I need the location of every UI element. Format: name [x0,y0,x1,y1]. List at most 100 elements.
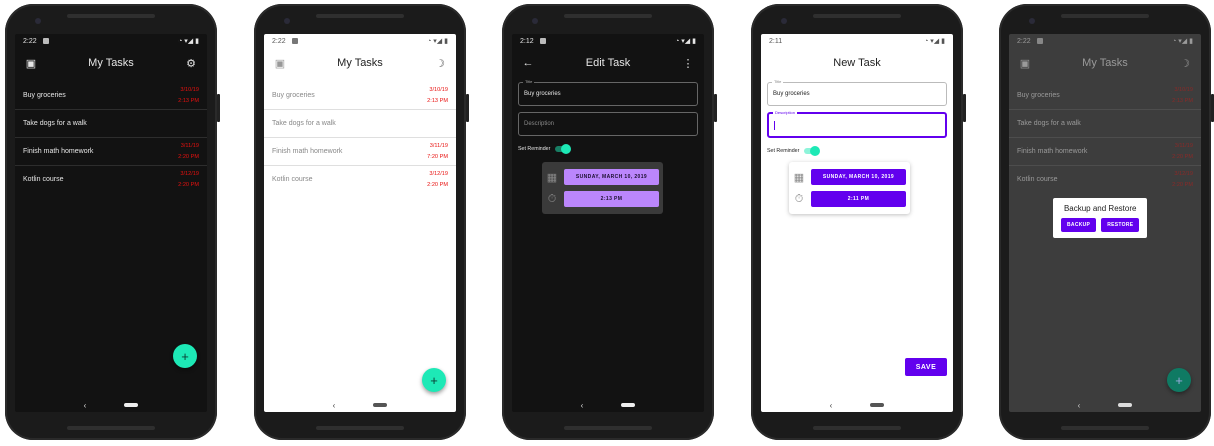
app-bar: New Task [761,48,953,78]
title-field[interactable]: Title Buy groceries [518,79,698,106]
save-button[interactable]: SAVE [905,358,947,376]
page-title: My Tasks [1082,57,1128,69]
gear-icon[interactable]: ⚙ [183,57,199,70]
task-list: Buy groceries 3/10/19 2:13 PM Take dogs fo… [1009,82,1201,193]
power-button [714,94,717,122]
task-row[interactable]: Kotlin course 3/12/19 2:20 PM [15,166,207,193]
camera [284,18,290,24]
task-time: 2:20 PM [178,153,199,160]
task-row[interactable]: Finish math homework 3/11/19 2:20 PM [15,138,207,166]
moon-icon[interactable]: ☽ [1177,57,1193,70]
description-field[interactable]: Description [518,112,698,136]
task-name: Buy groceries [1017,92,1060,99]
task-date: 3/10/19 [1174,86,1193,93]
app-bar: ▣ My Tasks ☽ [1009,48,1201,78]
home-pill[interactable] [870,403,885,407]
home-pill[interactable] [1118,403,1133,407]
task-date: 3/11/19 [1174,142,1193,149]
app-bar: ← Edit Task ⋮ [512,48,704,78]
date-button[interactable]: SUNDAY, MARCH 10, 2019 [564,169,659,185]
task-row[interactable]: Take dogs for a walk [1009,110,1201,138]
task-row[interactable]: Buy groceries 3/10/19 2:13 PM [264,82,456,110]
page-title: My Tasks [337,57,383,69]
home-pill[interactable] [124,403,139,407]
screen-dark-task-list: 2:22 ◔ ▾◢ ▮ ▣ My Tasks ⚙ Buy groceries 3/… [15,34,207,412]
notification-icon [1036,38,1043,44]
more-vert-icon[interactable]: ⋮ [680,57,696,70]
description-placeholder: Description [524,121,555,127]
home-pill[interactable] [373,403,388,407]
speaker [813,14,901,18]
status-icons: ◔ ▾◢ ▮ [178,38,199,45]
time-button[interactable]: 2:13 PM [564,191,659,207]
backup-icon[interactable]: ▣ [272,57,288,70]
page-title: New Task [833,57,881,69]
description-field[interactable]: Description [767,110,947,138]
nav-bar: ‹ [264,398,456,412]
status-time: 2:22 [272,37,286,45]
add-task-fab[interactable]: + [422,368,446,392]
plus-icon: + [430,372,438,388]
status-time: 2:12 [520,37,534,45]
backup-button[interactable]: BACKUP [1061,218,1097,232]
task-row[interactable]: Kotlin course 3/12/19 2:20 PM [1009,166,1201,193]
restore-button[interactable]: RESTORE [1101,218,1140,232]
task-row[interactable]: Buy groceries 3/10/19 2:13 PM [1009,82,1201,110]
plus-icon: + [181,348,189,364]
arrow-back-icon[interactable]: ← [520,57,536,69]
back-icon[interactable]: ‹ [581,401,584,410]
screen-backup-dialog: 2:22 ◔ ▾◢ ▮ ▣ My Tasks ☽ Buy groceries 3/… [1009,34,1201,412]
task-row[interactable]: Kotlin course 3/12/19 2:20 PM [264,166,456,193]
reminder-toggle[interactable] [555,144,572,154]
app-bar: ▣ My Tasks ⚙ [15,48,207,78]
task-name: Kotlin course [272,176,313,183]
phone-frame-3: 2:12 ◔ ▾◢ ▮ ← Edit Task ⋮ Title Buy groc… [502,4,717,440]
task-row[interactable]: Buy groceries 3/10/19 2:13 PM [15,82,207,110]
reminder-row: Set Reminder [512,144,704,154]
date-button[interactable]: SUNDAY, MARCH 10, 2019 [811,169,906,185]
camera [35,18,41,24]
nav-bar: ‹ [1009,398,1201,412]
task-name: Take dogs for a walk [23,120,87,127]
add-task-fab[interactable]: + [173,344,197,368]
task-time: 2:20 PM [427,181,448,188]
task-name: Take dogs for a walk [272,120,336,127]
task-row[interactable]: Take dogs for a walk [15,110,207,138]
task-row[interactable]: Take dogs for a walk [264,110,456,138]
task-time: 2:13 PM [1172,97,1193,104]
back-icon[interactable]: ‹ [1078,401,1081,410]
task-name: Finish math homework [1017,148,1088,155]
speaker-bottom [1061,426,1149,430]
text-cursor [774,120,775,130]
status-icons: ◔ ▾◢ ▮ [924,38,945,45]
moon-icon[interactable]: ☽ [432,57,448,70]
task-due: 3/11/19 2:20 PM [178,141,199,163]
notification-icon [539,38,546,44]
title-field-label: Title [772,79,784,84]
add-task-fab[interactable]: + [1167,368,1191,392]
title-field[interactable]: Title Buy groceries [767,79,947,106]
speaker [316,14,404,18]
speaker-bottom [316,426,404,430]
nav-bar: ‹ [15,398,207,412]
home-pill[interactable] [621,403,636,407]
task-name: Take dogs for a walk [1017,120,1081,127]
back-icon[interactable]: ‹ [830,401,833,410]
task-time: 2:20 PM [1172,181,1193,188]
task-list: Buy groceries 3/10/19 2:13 PM Take dogs fo… [264,82,456,193]
task-name: Kotlin course [1017,176,1058,183]
speaker-bottom [67,426,155,430]
task-date: 3/12/19 [180,170,199,177]
screen-light-task-list: 2:22 ◔ ▾◢ ▮ ▣ My Tasks ☽ Buy groceries 3/… [264,34,456,412]
task-row[interactable]: Finish math homework 3/11/19 2:20 PM [1009,138,1201,166]
time-button[interactable]: 2:11 PM [811,191,906,207]
timer-icon: ⏱ [794,192,804,205]
back-icon[interactable]: ‹ [84,401,87,410]
reminder-toggle[interactable] [804,146,821,156]
backup-icon[interactable]: ▣ [23,57,39,70]
backup-icon[interactable]: ▣ [1017,57,1033,70]
back-icon[interactable]: ‹ [333,401,336,410]
status-time: 2:22 [23,37,37,45]
date-row: ▦ SUNDAY, MARCH 10, 2019 [793,166,906,188]
task-row[interactable]: Finish math homework 3/11/19 7:20 PM [264,138,456,166]
